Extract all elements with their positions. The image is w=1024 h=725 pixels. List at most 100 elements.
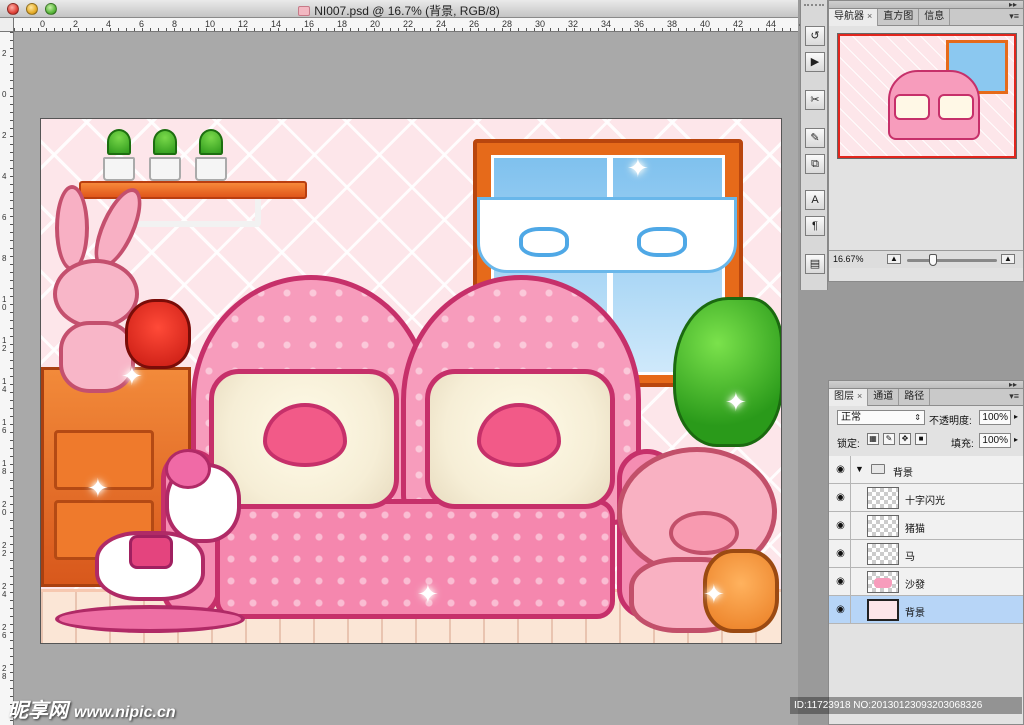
navigator-zoom-value[interactable]: 16.67%	[833, 254, 864, 264]
layer-thumbnail	[867, 487, 899, 509]
cross-sparkle-icon: ✦	[725, 387, 747, 417]
tab-info[interactable]: 信息	[919, 9, 951, 25]
plant-pot	[195, 157, 227, 181]
ruler-tick-label: 36	[634, 19, 645, 29]
curtain-bow	[519, 227, 569, 257]
ruler-tick-label: 2	[73, 19, 79, 29]
bunny-ear	[55, 185, 89, 271]
panel-menu-icon[interactable]: ▾≡	[1009, 11, 1019, 22]
visibility-eye-icon[interactable]: ◉	[831, 512, 851, 540]
layer-row[interactable]: ◉ 马	[829, 540, 1023, 568]
visibility-eye-icon[interactable]: ◉	[831, 596, 851, 624]
select-arrow-icon: ⇕	[914, 413, 921, 422]
navigator-body: 16.67% ▲ ▲	[829, 26, 1023, 280]
panel-dock-strip: ↺ ▶ ✂ ✎ ⧉ A ¶ ▤	[800, 0, 828, 290]
ruler-tick-label: 10	[205, 19, 216, 29]
fill-label: 填充:	[951, 439, 974, 450]
zoom-slider-track[interactable]	[907, 259, 997, 262]
tool-presets-icon[interactable]: ✂	[805, 90, 825, 110]
folder-icon	[871, 464, 885, 474]
plant-leaf	[153, 129, 177, 155]
artwork-canvas[interactable]: ✦ ✦ ✦ ✦ ✦ ✦	[40, 118, 782, 644]
potted-plant-2	[145, 129, 185, 181]
ruler-tick-label: 10	[2, 295, 7, 312]
paragraph-icon[interactable]: ¶	[805, 216, 825, 236]
visibility-eye-icon[interactable]: ◉	[831, 484, 851, 512]
layer-row[interactable]: ◉ 猪猫	[829, 512, 1023, 540]
ruler-tick-label: 26	[469, 19, 480, 29]
ruler-tick-label: 40	[700, 19, 711, 29]
navigator-thumbnail[interactable]	[837, 33, 1017, 159]
tab-histogram[interactable]: 直方图	[878, 9, 920, 25]
layer-group-row[interactable]: ◉ ▼ 背景	[829, 456, 1023, 484]
ruler-tick-label: 38	[667, 19, 678, 29]
potted-plant-1	[99, 129, 139, 181]
image-id-watermark: ID:11723918 NO:20130123093203068326	[790, 697, 1022, 714]
character-icon[interactable]: A	[805, 190, 825, 210]
layer-name: 背景	[905, 608, 925, 619]
layer-thumbnail	[867, 543, 899, 565]
panel-header-bar[interactable]: ▸▸	[829, 380, 1023, 389]
document-window: NI007.psd @ 16.7% (背景, RGB/8) 0 2 4 6 8 10 12 1…	[0, 0, 809, 725]
ruler-tick-label: 26	[2, 623, 7, 640]
fill-slider-icon[interactable]: ▸	[1014, 435, 1018, 444]
lock-pixels-icon[interactable]: ✎	[883, 433, 895, 445]
tab-navigator[interactable]: 导航器 ×	[829, 9, 879, 26]
ruler-tick-label: 14	[271, 19, 282, 29]
ruler-tick-label: 4	[2, 172, 7, 181]
lock-label: 锁定:	[837, 439, 860, 450]
expand-triangle-icon[interactable]: ▼	[855, 464, 864, 474]
ruler-tick-label: 18	[2, 459, 7, 476]
tab-channels[interactable]: 通道	[868, 389, 900, 405]
history-icon[interactable]: ↺	[805, 26, 825, 46]
visibility-eye-icon[interactable]: ◉	[831, 456, 851, 484]
zoom-in-icon[interactable]: ▲	[1001, 254, 1015, 264]
red-devil-toy	[125, 299, 191, 369]
document-title: NI007.psd @ 16.7% (背景, RGB/8)	[314, 4, 500, 18]
layers-panel: ▸▸ 图层 × 通道 路径 ▾≡ 正常 ⇕ 不透明度: 100% ▸ 锁定: ▦ ✎ ✥…	[828, 380, 1024, 725]
navigator-panel: ▸▸ 导航器 × 直方图 信息 ▾≡ 16.67% ▲ ▲	[828, 0, 1024, 282]
ruler-tick-label: 16	[304, 19, 315, 29]
notes-icon[interactable]: ▤	[805, 254, 825, 274]
lock-all-icon[interactable]: ■	[915, 433, 927, 445]
tab-label: 直方图	[883, 11, 914, 22]
blend-mode-select[interactable]: 正常 ⇕	[837, 410, 925, 425]
brushes-icon[interactable]: ✎	[805, 128, 825, 148]
close-tab-icon[interactable]: ×	[857, 391, 862, 401]
zoom-slider-handle[interactable]	[929, 254, 937, 266]
ruler-origin[interactable]	[0, 18, 14, 32]
actions-icon[interactable]: ▶	[805, 52, 825, 72]
opacity-slider-icon[interactable]: ▸	[1014, 412, 1018, 421]
collapse-icon[interactable]: ▸▸	[1009, 380, 1017, 389]
layer-thumbnail	[867, 571, 899, 593]
fill-input[interactable]: 100%	[979, 433, 1011, 448]
lock-transparency-icon[interactable]: ▦	[867, 433, 879, 445]
layer-row[interactable]: ◉ 十字闪光	[829, 484, 1023, 512]
document-titlebar[interactable]: NI007.psd @ 16.7% (背景, RGB/8)	[0, 0, 798, 18]
dock-grip[interactable]	[804, 4, 824, 12]
document-title-wrap: NI007.psd @ 16.7% (背景, RGB/8)	[0, 2, 798, 19]
layer-row[interactable]: ◉ 背景	[829, 596, 1023, 624]
ruler-tick-label: 8	[172, 19, 178, 29]
tab-layers[interactable]: 图层 ×	[829, 389, 869, 406]
layer-row[interactable]: ◉ 沙發	[829, 568, 1023, 596]
tab-paths[interactable]: 路径	[899, 389, 931, 405]
ruler-tick-label: 44	[766, 19, 777, 29]
lace-curtain	[477, 197, 737, 273]
ruler-tick-label: 24	[436, 19, 447, 29]
collapse-icon[interactable]: ▸▸	[1009, 0, 1017, 9]
opacity-input[interactable]: 100%	[979, 410, 1011, 425]
navigator-view-box[interactable]	[838, 34, 1016, 158]
zoom-out-icon[interactable]: ▲	[887, 254, 901, 264]
ruler-tick-label: 12	[238, 19, 249, 29]
visibility-eye-icon[interactable]: ◉	[831, 540, 851, 568]
clone-source-icon[interactable]: ⧉	[805, 154, 825, 174]
visibility-eye-icon[interactable]: ◉	[831, 568, 851, 596]
blend-row: 正常 ⇕ 不透明度: 100% ▸	[833, 407, 1019, 427]
close-tab-icon[interactable]: ×	[867, 11, 872, 21]
panel-header-bar[interactable]: ▸▸	[829, 0, 1023, 9]
plant-leaf	[107, 129, 131, 155]
lock-position-icon[interactable]: ✥	[899, 433, 911, 445]
ruler-tick-label: 0	[40, 19, 46, 29]
panel-menu-icon[interactable]: ▾≡	[1009, 391, 1019, 402]
